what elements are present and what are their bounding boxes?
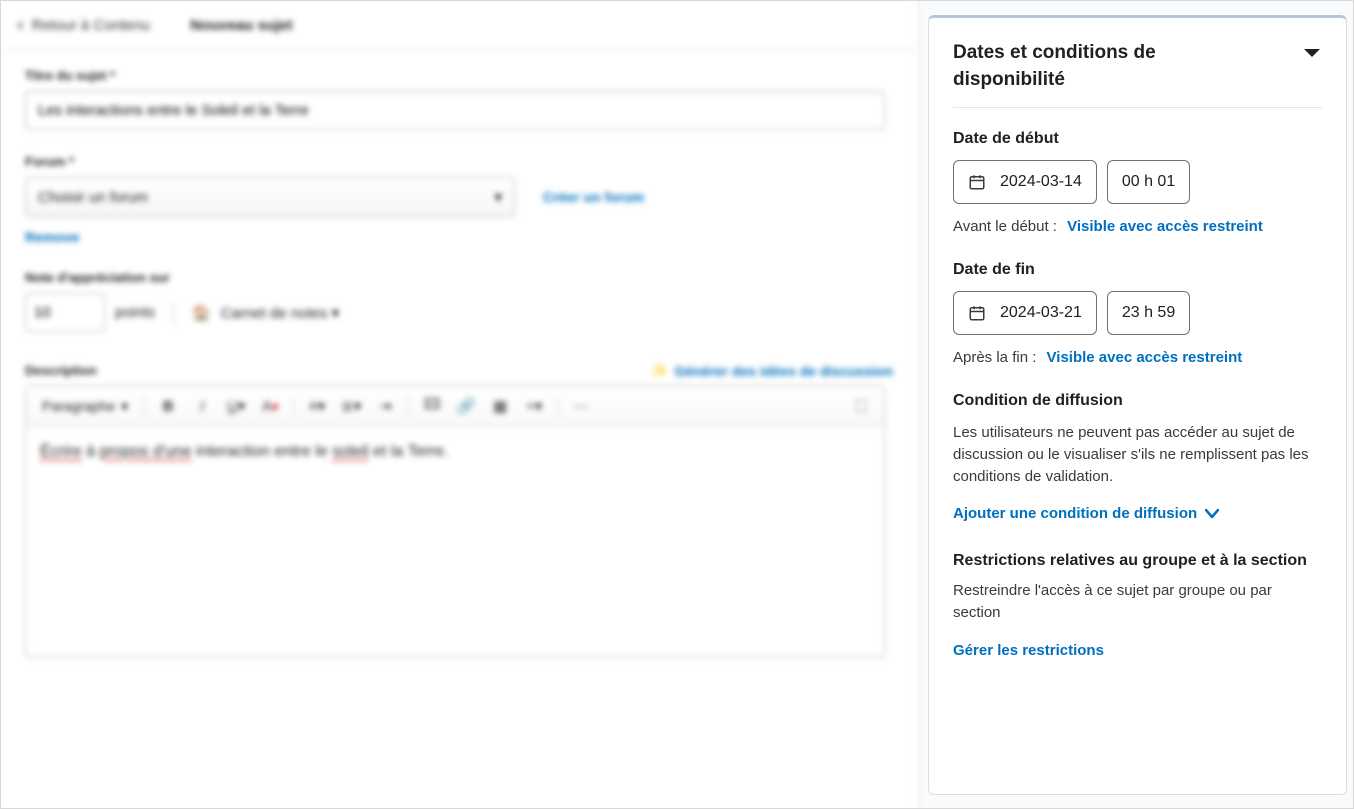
gradebook-status[interactable]: Carnet de notes ▾: [221, 304, 339, 322]
release-condition-description: Les utilisateurs ne peuvent pas accéder …: [953, 422, 1322, 487]
editor-text: Écrire: [40, 443, 82, 460]
generate-ideas-link[interactable]: ✨ Générer des idées de discussion: [651, 362, 893, 379]
description-label: Description: [25, 363, 97, 378]
after-end-label: Après la fin :: [953, 349, 1036, 366]
gradebook-icon: 🏠: [192, 304, 211, 322]
points-unit-label: points: [115, 304, 155, 321]
toolbar-sep: [144, 395, 145, 417]
paragraph-style-select[interactable]: Paragraphe ▾: [34, 394, 136, 419]
editor-toolbar: Paragraphe ▾ B I U▾ A▾ ≡▾ ≣▾ ⇥ 🖾: [26, 386, 884, 427]
editor-text: interaction entre le: [192, 443, 333, 460]
text-color-button[interactable]: A▾: [255, 392, 285, 420]
editor-text: propos d'une: [100, 443, 192, 460]
list-button[interactable]: ≣▾: [336, 392, 366, 420]
collapse-panel-button[interactable]: [1302, 46, 1322, 60]
rich-text-editor: Paragraphe ▾ B I U▾ A▾ ≡▾ ≣▾ ⇥ 🖾: [25, 385, 885, 658]
indent-button[interactable]: ⇥: [370, 392, 400, 420]
end-date-value: 2024-03-21: [1000, 304, 1082, 322]
start-date-label: Date de début: [953, 130, 1322, 148]
chevron-down-icon: ▾: [121, 398, 128, 415]
italic-button[interactable]: I: [187, 392, 217, 420]
end-time-value: 23 h 59: [1122, 304, 1175, 322]
generate-ideas-label: Générer des idées de discussion: [674, 363, 893, 379]
main-editor-area: Retour à Contenu Nouveau sujet Titre du …: [1, 1, 918, 808]
start-date-value: 2024-03-14: [1000, 173, 1082, 191]
toolbar-sep: [557, 395, 558, 417]
align-button[interactable]: ≡▾: [302, 392, 332, 420]
panel-title: Dates et conditions de disponibilité: [953, 40, 1253, 93]
calendar-icon: [968, 173, 986, 191]
toolbar-sep: [293, 395, 294, 417]
underline-button[interactable]: U▾: [221, 392, 251, 420]
chevron-down-icon: [1205, 509, 1219, 519]
divider: [953, 107, 1322, 108]
divider: [173, 301, 174, 325]
insert-other-button[interactable]: +▾: [519, 392, 549, 420]
editor-text: et la Terre.: [369, 443, 449, 460]
end-date-label: Date de fin: [953, 261, 1322, 279]
after-end-visibility-link[interactable]: Visible avec accès restreint: [1047, 349, 1243, 366]
fullscreen-button[interactable]: ⛶: [846, 392, 876, 420]
end-date-input[interactable]: 2024-03-21: [953, 291, 1097, 335]
back-to-content-link[interactable]: Retour à Contenu: [17, 15, 150, 35]
forum-label: Forum *: [25, 154, 893, 169]
editor-content[interactable]: Écrire à propos d'une interaction entre …: [26, 427, 884, 657]
manage-restrictions-link[interactable]: Gérer les restrictions: [953, 642, 1104, 659]
sparkle-icon: ✨: [651, 362, 668, 379]
add-release-condition-button[interactable]: Ajouter une condition de diffusion: [953, 505, 1219, 522]
insert-link-button[interactable]: 🔗: [451, 392, 481, 420]
create-forum-link[interactable]: Créer un forum: [543, 189, 644, 205]
end-time-input[interactable]: 23 h 59: [1107, 291, 1190, 335]
more-button[interactable]: ⋯: [566, 392, 596, 420]
availability-panel: Dates et conditions de disponibilité Dat…: [928, 15, 1347, 795]
editor-text: à: [82, 443, 100, 460]
add-release-label: Ajouter une condition de diffusion: [953, 505, 1197, 522]
topic-title-label: Titre du sujet *: [25, 68, 893, 83]
forum-select-value: Choisir un forum: [38, 189, 148, 206]
paragraph-style-label: Paragraphe: [42, 398, 115, 414]
availability-sidebar: Dates et conditions de disponibilité Dat…: [918, 1, 1353, 808]
chevron-down-icon: ▾: [494, 188, 502, 206]
group-restrictions-title: Restrictions relatives au groupe et à la…: [953, 552, 1322, 570]
group-restrictions-description: Restreindre l'accès à ce sujet par group…: [953, 580, 1322, 624]
start-date-input[interactable]: 2024-03-14: [953, 160, 1097, 204]
bold-button[interactable]: B: [153, 392, 183, 420]
before-start-visibility-link[interactable]: Visible avec accès restreint: [1067, 218, 1263, 235]
toolbar-sep: [408, 395, 409, 417]
before-start-label: Avant le début :: [953, 218, 1057, 235]
forum-select[interactable]: Choisir un forum ▾: [25, 177, 515, 217]
calendar-icon: [968, 304, 986, 322]
grade-label: Note d'appréciation sur: [25, 270, 893, 285]
page-header: Retour à Contenu Nouveau sujet: [1, 1, 917, 50]
points-input[interactable]: [25, 293, 105, 332]
page-title: Nouveau sujet: [190, 17, 293, 34]
remove-link[interactable]: Remove: [25, 229, 79, 245]
release-condition-title: Condition de diffusion: [953, 392, 1322, 410]
insert-image-button[interactable]: 🖾: [417, 392, 447, 420]
start-time-value: 00 h 01: [1122, 173, 1175, 191]
insert-media-button[interactable]: ▦: [485, 392, 515, 420]
start-time-input[interactable]: 00 h 01: [1107, 160, 1190, 204]
editor-text: soleil: [332, 443, 368, 460]
topic-title-input[interactable]: [25, 91, 885, 130]
